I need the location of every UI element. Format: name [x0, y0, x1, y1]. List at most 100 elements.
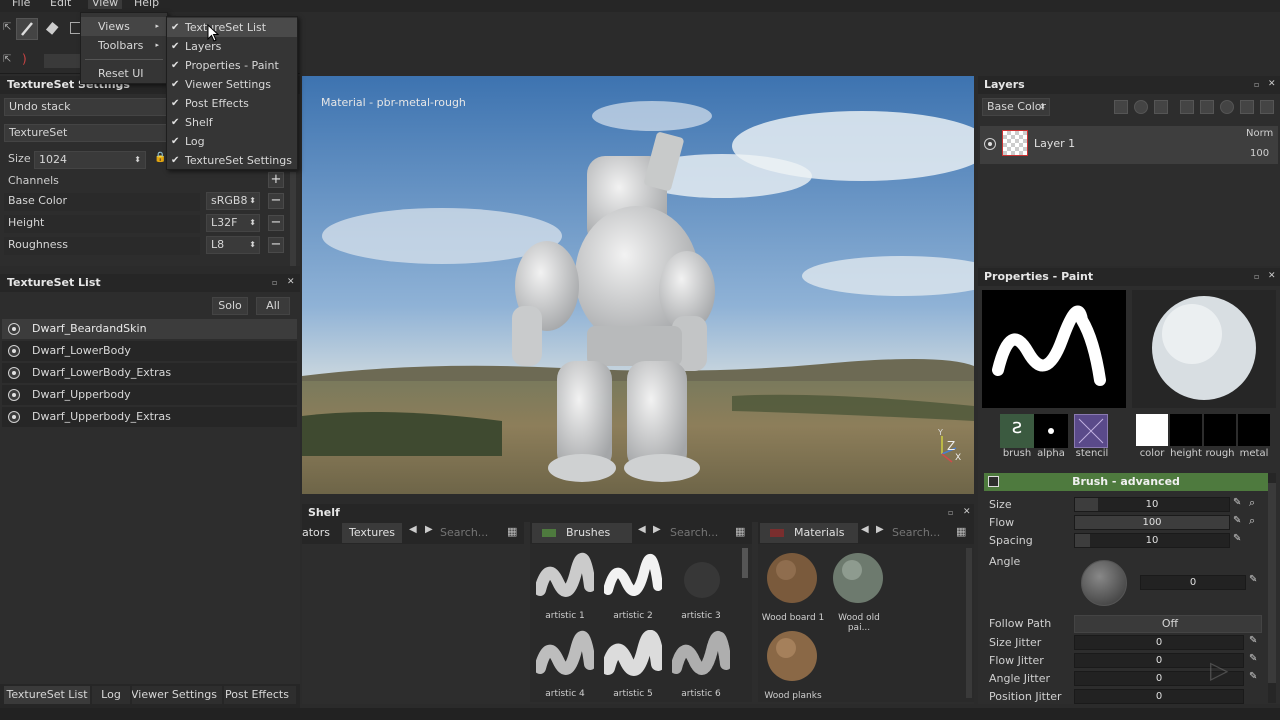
close-icon[interactable]: ✕ [1268, 79, 1276, 89]
eraser-icon[interactable] [44, 20, 62, 38]
size-slider[interactable]: 10 [1074, 497, 1230, 512]
angle-dial[interactable] [1081, 560, 1127, 606]
blend-mode[interactable]: Norm [1246, 128, 1273, 139]
spacing-slider[interactable]: 10 [1074, 533, 1230, 548]
tool-slider[interactable] [44, 54, 84, 68]
layer-name[interactable]: Layer 1 [1034, 137, 1075, 150]
search-icon[interactable]: ⌕ [1249, 496, 1255, 510]
effect-icon[interactable] [1114, 100, 1128, 114]
brush-thumb[interactable] [536, 630, 594, 686]
paint-icon[interactable] [1154, 100, 1168, 114]
search-input[interactable] [892, 524, 952, 541]
paint-brush-icon[interactable] [16, 18, 38, 40]
search-icon[interactable]: ⌕ [1249, 514, 1255, 528]
float-icon[interactable]: ▫ [1254, 80, 1259, 89]
stencil-slot[interactable] [1074, 414, 1108, 448]
mask-icon[interactable] [1134, 100, 1148, 114]
pen-icon[interactable]: ✎ [1249, 653, 1257, 664]
visibility-icon[interactable] [8, 323, 20, 335]
grid-view-icon[interactable]: ▦ [735, 525, 745, 538]
menu-item-shelf[interactable]: ✔ Shelf [167, 113, 297, 132]
menu-item-log[interactable]: ✔ Log [167, 132, 297, 151]
pen-icon[interactable]: ✎ [1233, 533, 1241, 544]
next-arrow-icon[interactable]: ▶ [876, 524, 884, 535]
menu-file[interactable]: File [12, 0, 30, 9]
properties-scrollbar[interactable] [1268, 473, 1276, 703]
materials-scrollbar[interactable] [966, 548, 972, 698]
tab-generators[interactable]: ators [302, 523, 342, 543]
angle-input[interactable]: 0 [1140, 575, 1246, 590]
close-icon[interactable]: ✕ [963, 507, 971, 517]
list-item[interactable]: Dwarf_BeardandSkin [2, 319, 297, 339]
list-item[interactable]: Dwarf_Upperbody_Extras [2, 407, 297, 427]
close-icon[interactable]: ✕ [287, 277, 295, 287]
menu-item-textureset-settings[interactable]: ✔ TextureSet Settings [167, 151, 297, 170]
link-icon-2[interactable]: ⇱ [3, 54, 11, 65]
channel-format-combo[interactable]: L32F ⬍ [206, 214, 260, 232]
remove-channel-button[interactable]: − [268, 193, 284, 209]
float-icon[interactable]: ▫ [272, 278, 277, 287]
float-icon[interactable]: ▫ [1254, 272, 1259, 281]
size-combo[interactable]: 1024 ⬍ [34, 151, 146, 169]
menu-view[interactable]: View [88, 0, 123, 9]
material-thumb[interactable] [766, 552, 818, 604]
menu-item-toolbars[interactable]: Toolbars ▸ [81, 36, 167, 55]
metal-slot[interactable] [1238, 414, 1270, 446]
brush-slot[interactable]: ƨ [1000, 414, 1034, 448]
settings-scrollbar[interactable] [290, 172, 296, 266]
follow-path-select[interactable]: Off [1074, 615, 1262, 633]
prev-arrow-icon[interactable]: ◀ [638, 524, 646, 535]
color-slot[interactable] [1136, 414, 1168, 446]
pen-icon[interactable]: ✎ [1249, 574, 1257, 585]
brush-thumb[interactable] [536, 552, 594, 608]
pen-icon[interactable]: ✎ [1233, 515, 1241, 526]
layer-row[interactable]: Layer 1 Norm 100 [980, 126, 1278, 164]
add-channel-button[interactable]: + [268, 172, 284, 188]
float-icon[interactable]: ▫ [948, 508, 953, 517]
viewport-3d[interactable]: Material - pbr-metal-rough Y Z X [302, 76, 974, 494]
section-header[interactable]: Brush - advanced [984, 473, 1268, 491]
menu-item-post-effects[interactable]: ✔ Post Effects [167, 94, 297, 113]
tab-textures[interactable]: Textures [342, 523, 402, 543]
prev-arrow-icon[interactable]: ◀ [409, 524, 417, 535]
visibility-icon[interactable] [984, 138, 996, 150]
tab-textureset-list[interactable]: TextureSet List [4, 686, 90, 704]
list-item[interactable]: Dwarf_LowerBody_Extras [2, 363, 297, 383]
search-input[interactable] [440, 524, 502, 541]
menu-help[interactable]: Help [134, 0, 159, 9]
visibility-icon[interactable] [8, 367, 20, 379]
brush-thumb[interactable] [672, 552, 730, 608]
material-thumb[interactable] [766, 630, 818, 682]
tab-brushes[interactable]: Brushes [532, 523, 632, 543]
menu-item-properties-paint[interactable]: ✔ Properties - Paint [167, 56, 297, 75]
channel-format-combo[interactable]: L8 ⬍ [206, 236, 260, 254]
height-slot[interactable] [1170, 414, 1202, 446]
tab-materials[interactable]: Materials [760, 523, 858, 543]
next-arrow-icon[interactable]: ▶ [653, 524, 661, 535]
flow-slider[interactable]: 100 [1074, 515, 1230, 530]
close-icon[interactable]: ✕ [1268, 271, 1276, 281]
delete-layer-icon[interactable] [1260, 100, 1274, 114]
menu-edit[interactable]: Edit [50, 0, 71, 9]
size-jitter-slider[interactable]: 0 [1074, 635, 1244, 650]
link-icon[interactable]: ⇱ [3, 22, 15, 34]
list-item[interactable]: Dwarf_LowerBody [2, 341, 297, 361]
grid-view-icon[interactable]: ▦ [956, 525, 966, 538]
alpha-slot[interactable] [1034, 414, 1068, 448]
solo-button[interactable]: Solo [212, 297, 248, 315]
pen-icon[interactable]: ✎ [1249, 635, 1257, 646]
add-mask-icon[interactable] [1220, 100, 1234, 114]
brushes-scrollbar[interactable] [742, 548, 748, 578]
pen-icon[interactable]: ✎ [1249, 671, 1257, 682]
tab-post-effects[interactable]: Post Effects [224, 686, 296, 704]
menu-item-reset-ui[interactable]: Reset UI [81, 64, 167, 83]
brush-thumb[interactable] [672, 630, 730, 686]
next-arrow-icon[interactable]: ▶ [425, 524, 433, 535]
menu-item-layers[interactable]: ✔ Layers [167, 37, 297, 56]
remove-channel-button[interactable]: − [268, 215, 284, 231]
tab-log[interactable]: Log [92, 686, 130, 704]
section-checkbox[interactable] [988, 476, 999, 487]
tab-viewer-settings[interactable]: Viewer Settings [132, 686, 222, 704]
visibility-icon[interactable] [8, 345, 20, 357]
menu-item-textureset-list[interactable]: ✔ TextureSet List [167, 18, 297, 37]
